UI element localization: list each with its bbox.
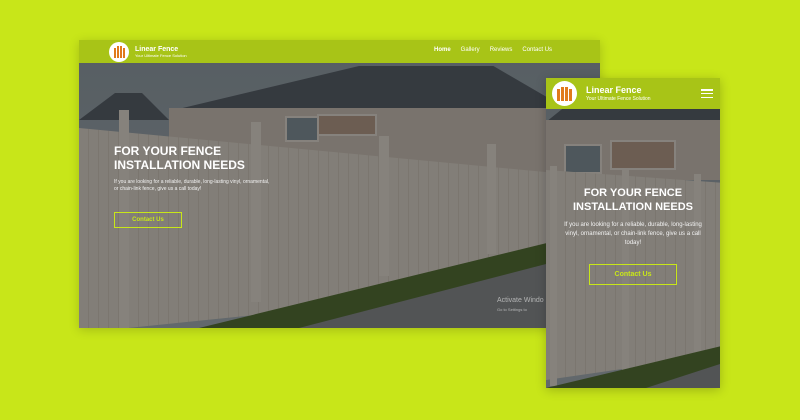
watermark-line2: Go to Settings to: [497, 307, 527, 312]
activation-watermark: Activate Windo Go to Settings to: [497, 296, 544, 314]
mobile-hero-content: FOR YOUR FENCE INSTALLATION NEEDS If you…: [560, 186, 706, 248]
watermark-line1: Activate Windo: [497, 297, 544, 304]
desktop-header: Linear Fence Your Ultimate Fence Solutio…: [79, 40, 600, 63]
hamburger-icon[interactable]: [701, 89, 713, 98]
brand-name: Linear Fence: [135, 45, 179, 53]
nav-item-gallery[interactable]: Gallery: [461, 47, 480, 53]
mobile-hero-heading: FOR YOUR FENCE INSTALLATION NEEDS: [560, 186, 706, 214]
mobile-header: Linear Fence Your Ultimate Fence Solutio…: [546, 78, 720, 109]
main-nav: Home Gallery Reviews Contact Us: [434, 47, 552, 53]
brand-tagline: Your Ultimate Fence Solution: [135, 52, 187, 58]
brand-logo-icon[interactable]: [109, 41, 129, 62]
mobile-hero-heading-line2: INSTALLATION NEEDS: [573, 201, 693, 213]
nav-item-reviews[interactable]: Reviews: [490, 47, 513, 53]
hero-description: If you are looking for a reliable, durab…: [114, 179, 270, 192]
mobile-mockup: Linear Fence Your Ultimate Fence Solutio…: [546, 78, 720, 388]
desktop-mockup: Linear Fence Your Ultimate Fence Solutio…: [79, 40, 600, 328]
nav-item-contact[interactable]: Contact Us: [522, 47, 552, 53]
nav-item-home[interactable]: Home: [434, 47, 451, 53]
hero-content: FOR YOUR FENCE INSTALLATION NEEDS If you…: [114, 144, 272, 193]
mobile-brand-tagline: Your Ultimate Fence Solution: [586, 95, 651, 102]
hero-heading-line1: FOR YOUR FENCE: [114, 144, 222, 158]
contact-us-button[interactable]: Contact Us: [114, 212, 182, 228]
mobile-hero-description: If you are looking for a reliable, durab…: [564, 222, 702, 246]
mobile-brand[interactable]: Linear Fence Your Ultimate Fence Solutio…: [586, 84, 651, 102]
hero-heading: FOR YOUR FENCE INSTALLATION NEEDS: [114, 144, 272, 172]
hero-heading-line2: INSTALLATION NEEDS: [114, 158, 245, 172]
brand[interactable]: Linear Fence Your Ultimate Fence Solutio…: [135, 46, 187, 58]
mobile-brand-logo-icon[interactable]: [552, 81, 577, 106]
mobile-hero-heading-line1: FOR YOUR FENCE: [583, 187, 683, 199]
mobile-brand-name: Linear Fence: [586, 84, 642, 95]
mobile-contact-us-button[interactable]: Contact Us: [589, 264, 677, 285]
